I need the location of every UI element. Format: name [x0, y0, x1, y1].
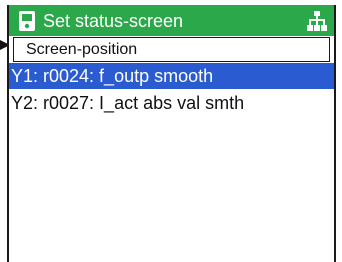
hierarchy-icon[interactable] [306, 10, 328, 32]
list-item-y1[interactable]: Y1: r0024: f_outp smooth [9, 63, 334, 89]
list-item-label: Y1: r0024: f_outp smooth [11, 66, 214, 86]
title-bar: Set status-screen [9, 5, 334, 36]
device-icon [19, 11, 35, 31]
window-title: Set status-screen [43, 11, 184, 31]
subheader-label: Screen-position [26, 41, 138, 58]
screen-position-header: Screen-position [13, 37, 330, 62]
list-item-y2[interactable]: Y2: r0027: I_act abs val smth [9, 90, 334, 116]
list-item-label: Y2: r0027: I_act abs val smth [11, 93, 245, 113]
status-screen-panel: Set status-screen Screen-position Y1: r0… [7, 5, 336, 262]
